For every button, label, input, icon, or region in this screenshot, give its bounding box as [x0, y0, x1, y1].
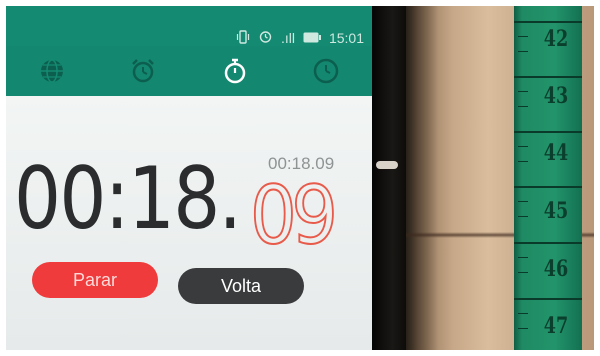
ruler-mark [514, 298, 582, 300]
ruler-minor-mark [518, 91, 528, 92]
tab-stopwatch[interactable] [217, 53, 253, 89]
ruler-mark [514, 76, 582, 78]
alarm-clock-icon [132, 59, 155, 83]
ruler-minor-mark [518, 257, 528, 258]
timer-icon [314, 58, 339, 84]
ruler-number: 42 [543, 26, 569, 52]
ruler-minor-mark [518, 36, 528, 37]
ruler-mark [514, 21, 582, 23]
phone-screen: .ıll 15:01 00:18.09 00:18. 09 Parar Volt… [6, 6, 372, 350]
tab-world-clock[interactable] [34, 53, 70, 89]
main-time: 00:18. [14, 149, 242, 249]
ruler-number: 45 [543, 198, 569, 224]
signal-icon: .ıll [280, 30, 295, 46]
ruler-mark [514, 242, 582, 244]
battery-icon [303, 30, 321, 46]
centiseconds: 09 [249, 169, 339, 262]
measuring-ruler: 42 43 44 45 46 47 [514, 6, 582, 350]
ruler-minor-mark [518, 161, 528, 162]
stopwatch-icon [224, 58, 245, 84]
lap-button[interactable]: Volta [178, 268, 304, 304]
alarm-status-icon [258, 29, 273, 47]
ruler-minor-mark [518, 51, 528, 52]
ruler-minor-mark [518, 328, 528, 329]
ruler-number: 47 [543, 313, 569, 339]
tab-timer[interactable] [308, 53, 344, 89]
ruler-number: 43 [543, 83, 569, 109]
ruler-minor-mark [518, 201, 528, 202]
tab-bar [6, 46, 372, 96]
phone: .ıll 15:01 00:18.09 00:18. 09 Parar Volt… [6, 6, 406, 350]
ruler-mark [514, 131, 582, 133]
ruler-minor-mark [518, 272, 528, 273]
ruler-minor-mark [518, 313, 528, 314]
globe-icon [40, 59, 63, 83]
photo: 42 43 44 45 46 47 .ıll 15:01 00:18.09 00… [6, 6, 594, 350]
tab-alarm[interactable] [125, 53, 161, 89]
ruler-number: 44 [543, 140, 569, 166]
phone-edge [372, 6, 406, 350]
status-icons: .ıll 15:01 [236, 29, 364, 47]
ruler-number: 46 [543, 256, 569, 282]
ruler-mark [514, 186, 582, 188]
ruler-minor-mark [518, 216, 528, 217]
ruler-minor-mark [518, 106, 528, 107]
vibrate-icon [236, 29, 250, 47]
stop-button[interactable]: Parar [32, 262, 158, 298]
clock-time: 15:01 [328, 30, 364, 46]
side-button [376, 161, 398, 169]
ruler-minor-mark [518, 146, 528, 147]
